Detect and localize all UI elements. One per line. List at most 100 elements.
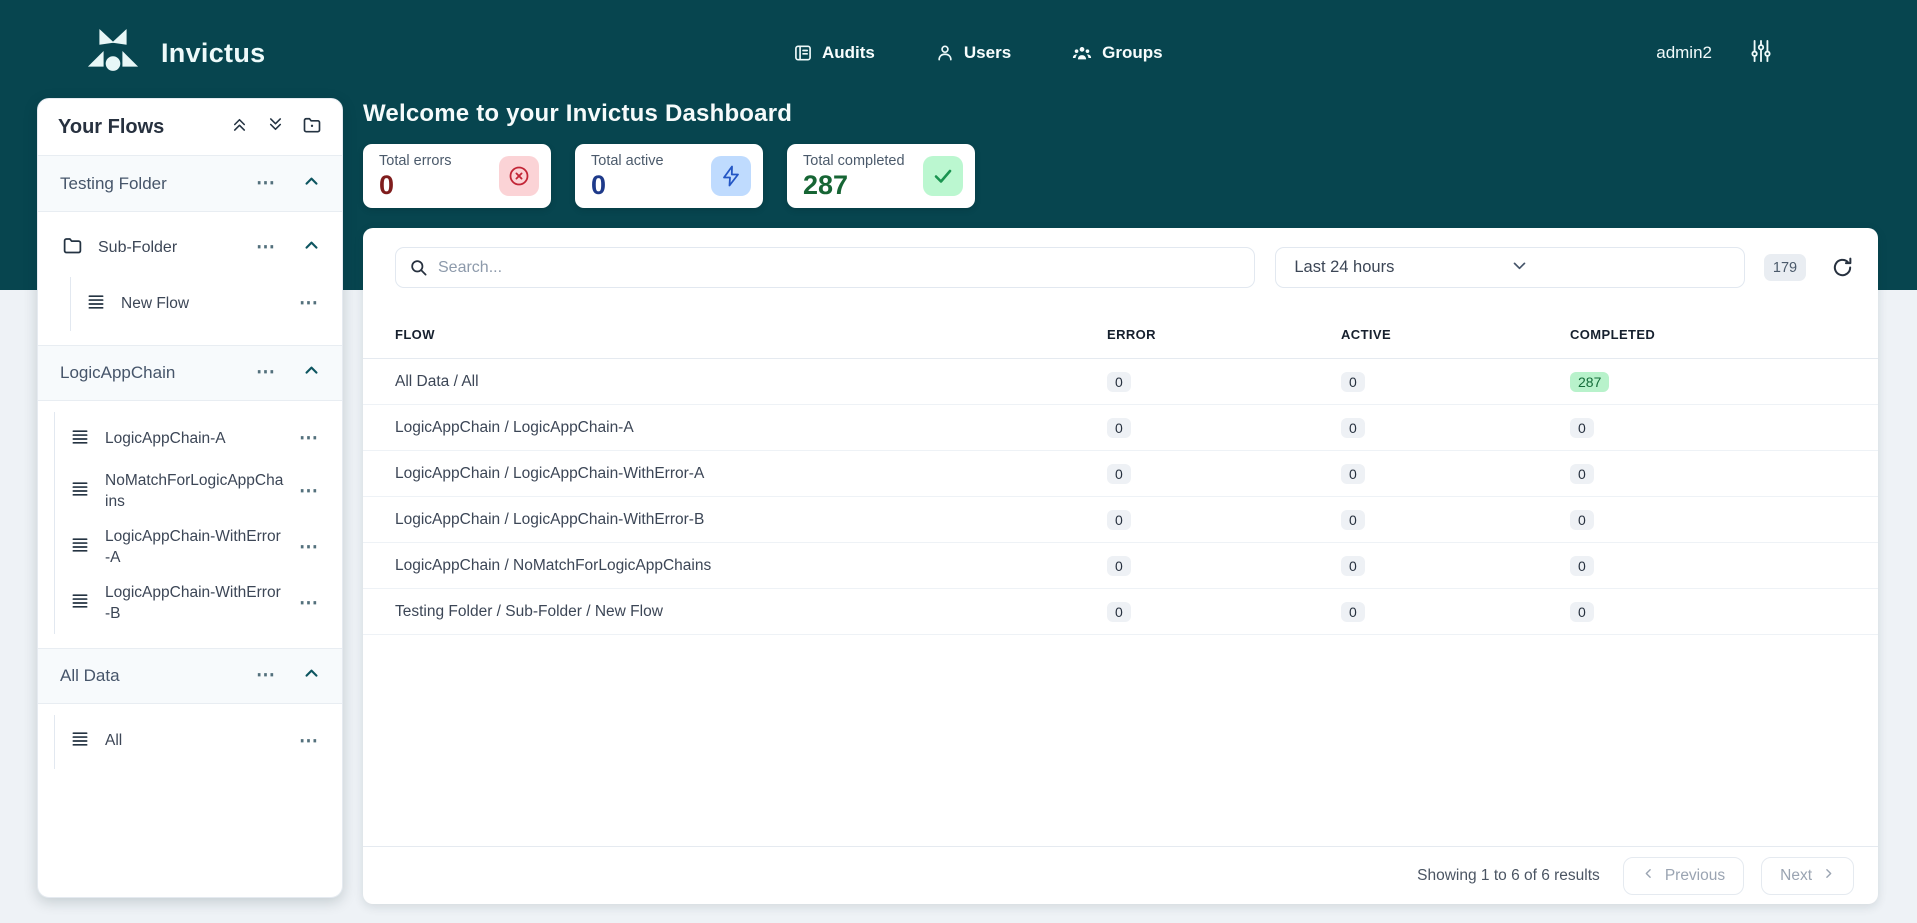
next-button[interactable]: Next [1761, 857, 1854, 895]
chevron-up-icon[interactable] [303, 362, 320, 384]
error-count: 0 [1107, 602, 1131, 622]
flow-name: LogicAppChain / NoMatchForLogicAppChains [395, 557, 1107, 575]
sidebar-header: Your Flows [38, 99, 342, 156]
table-header: FLOW ERROR ACTIVE COMPLETED [363, 311, 1878, 359]
stat-card-total-completed: Total completed 287 [787, 144, 975, 208]
chevron-down-icon [1511, 257, 1728, 279]
completed-check-icon [923, 156, 963, 196]
flow-label: LogicAppChain-A [105, 429, 284, 450]
flow-label: LogicAppChain-WithError-B [105, 583, 284, 625]
nested-flow-list: LogicAppChain-A ⋯ NoMatchForLogicAppChai… [54, 412, 342, 634]
table-row[interactable]: LogicAppChain / LogicAppChain-WithError-… [363, 451, 1878, 497]
folder-row-sub-folder[interactable]: Sub-Folder ⋯ [38, 221, 342, 275]
flow-label: New Flow [121, 294, 284, 315]
flow-row-logicappchain-witherror-a[interactable]: LogicAppChain-WithError-A ⋯ [55, 520, 342, 576]
column-header-error: ERROR [1107, 327, 1341, 342]
completed-count: 0 [1570, 418, 1594, 438]
settings-sliders-icon[interactable] [1750, 39, 1772, 68]
flow-name: Testing Folder / Sub-Folder / New Flow [395, 603, 1107, 621]
section-menu-icon[interactable]: ⋯ [256, 179, 277, 189]
stat-label: Total completed [803, 153, 905, 169]
results-summary: Showing 1 to 6 of 6 results [1417, 867, 1600, 885]
invictus-logo-icon [85, 28, 141, 79]
table-row[interactable]: LogicAppChain / LogicAppChain-WithError-… [363, 497, 1878, 543]
table-row[interactable]: All Data / All 0 0 287 [363, 359, 1878, 405]
flow-label: All [105, 731, 284, 752]
table-row[interactable]: LogicAppChain / NoMatchForLogicAppChains… [363, 543, 1878, 589]
nested-flow-list: New Flow ⋯ [70, 277, 342, 331]
flow-menu-icon[interactable]: ⋯ [299, 299, 320, 309]
refresh-icon[interactable] [1831, 256, 1854, 279]
nav-audits-label: Audits [822, 43, 875, 63]
flow-label: NoMatchForLogicAppChains [105, 471, 284, 513]
sidebar-section-all-data: All Data ⋯ All ⋯ [38, 648, 342, 783]
column-header-active: ACTIVE [1341, 327, 1570, 342]
flow-menu-icon[interactable]: ⋯ [299, 737, 320, 747]
collapse-all-icon[interactable] [230, 115, 249, 139]
folder-menu-icon[interactable]: ⋯ [256, 243, 277, 253]
flow-name: LogicAppChain / LogicAppChain-WithError-… [395, 465, 1107, 483]
previous-label: Previous [1665, 867, 1725, 885]
flow-row-all[interactable]: All ⋯ [55, 717, 342, 767]
audits-icon [793, 43, 813, 63]
search-input[interactable] [395, 247, 1255, 288]
flow-menu-icon[interactable]: ⋯ [299, 599, 320, 609]
flows-sidebar: Your Flows Testing Folder ⋯ [37, 98, 343, 898]
flow-row-nomatchforlogicappchains[interactable]: NoMatchForLogicAppChains ⋯ [55, 464, 342, 520]
time-range-select[interactable]: Last 24 hours [1275, 247, 1745, 288]
error-circle-x-icon [499, 156, 539, 196]
stat-cards: Total errors 0 Total active 0 Total comp… [363, 144, 1878, 208]
flow-icon [70, 479, 90, 504]
section-body: All ⋯ [38, 704, 342, 783]
top-right: admin2 [1656, 39, 1772, 68]
chevron-up-icon[interactable] [303, 665, 320, 687]
previous-button[interactable]: Previous [1623, 857, 1744, 895]
sidebar-section-logicappchain: LogicAppChain ⋯ LogicAppChain-A ⋯ [38, 345, 342, 648]
chevron-left-icon [1642, 867, 1655, 885]
chevron-up-icon[interactable] [303, 173, 320, 195]
chevron-up-icon[interactable] [303, 237, 320, 259]
flow-row-new-flow[interactable]: New Flow ⋯ [71, 279, 342, 329]
flow-label: LogicAppChain-WithError-A [105, 527, 284, 569]
flow-name: LogicAppChain / LogicAppChain-WithError-… [395, 511, 1107, 529]
nav-users[interactable]: Users [935, 43, 1011, 63]
add-folder-icon[interactable] [302, 115, 322, 140]
section-menu-icon[interactable]: ⋯ [256, 368, 277, 378]
main-content: Welcome to your Invictus Dashboard Total… [363, 100, 1878, 904]
expand-all-icon[interactable] [266, 115, 285, 139]
flow-menu-icon[interactable]: ⋯ [299, 434, 320, 444]
section-header-logicappchain[interactable]: LogicAppChain ⋯ [38, 345, 342, 401]
sidebar-title: Your Flows [58, 116, 230, 139]
stat-card-total-active: Total active 0 [575, 144, 763, 208]
page-title: Welcome to your Invictus Dashboard [363, 100, 1878, 128]
stat-value: 0 [379, 172, 452, 199]
nav-groups[interactable]: Groups [1071, 43, 1162, 63]
active-count: 0 [1341, 464, 1365, 484]
flow-row-logicappchain-witherror-b[interactable]: LogicAppChain-WithError-B ⋯ [55, 576, 342, 632]
table-row[interactable]: LogicAppChain / LogicAppChain-A 0 0 0 [363, 405, 1878, 451]
section-body: LogicAppChain-A ⋯ NoMatchForLogicAppChai… [38, 401, 342, 648]
section-header-all-data[interactable]: All Data ⋯ [38, 648, 342, 704]
flow-icon [70, 427, 90, 452]
column-header-flow: FLOW [395, 327, 1107, 342]
pagination-footer: Showing 1 to 6 of 6 results Previous Nex… [363, 846, 1878, 904]
current-user[interactable]: admin2 [1656, 43, 1712, 63]
flow-name: All Data / All [395, 373, 1107, 391]
top-bar: Invictus Audits Users [0, 0, 1917, 106]
flow-row-logicappchain-a[interactable]: LogicAppChain-A ⋯ [55, 414, 342, 464]
sidebar-tools [230, 115, 322, 140]
nav-audits[interactable]: Audits [793, 43, 875, 63]
stat-label: Total errors [379, 153, 452, 169]
active-count: 0 [1341, 602, 1365, 622]
completed-count: 0 [1570, 602, 1594, 622]
nested-flow-list: All ⋯ [54, 715, 342, 769]
flow-menu-icon[interactable]: ⋯ [299, 543, 320, 553]
stat-value: 0 [591, 172, 664, 199]
section-header-testing-folder[interactable]: Testing Folder ⋯ [38, 156, 342, 212]
flow-menu-icon[interactable]: ⋯ [299, 487, 320, 497]
nav-groups-label: Groups [1102, 43, 1162, 63]
section-menu-icon[interactable]: ⋯ [256, 671, 277, 681]
table-row[interactable]: Testing Folder / Sub-Folder / New Flow 0… [363, 589, 1878, 635]
chevron-right-icon [1822, 867, 1835, 885]
nav-users-label: Users [964, 43, 1011, 63]
